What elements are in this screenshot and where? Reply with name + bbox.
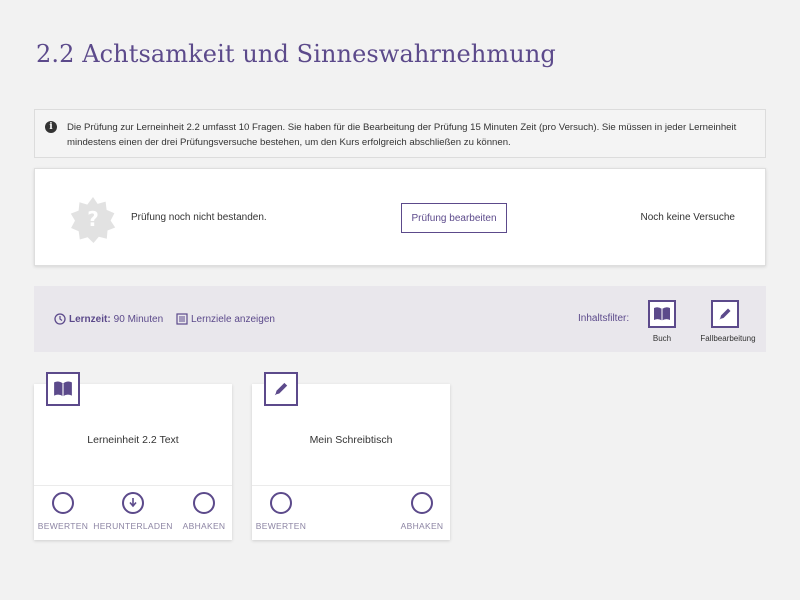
rate-button[interactable]: BEWERTEN [249,492,313,531]
pencil-icon [719,308,731,320]
check-off-label: ABHAKEN [182,521,226,531]
rate-button[interactable]: BEWERTEN [31,492,95,531]
card-divider [34,485,232,486]
edit-exam-button[interactable]: Prüfung bearbeiten [401,203,507,233]
check-circle-icon [411,492,433,514]
card-title: Mein Schreibtisch [309,434,393,446]
show-learning-goals-label: Lernziele anzeigen [191,313,275,325]
rate-circle-icon [270,492,292,514]
filter-case-label: Fallbearbeitung [700,334,756,343]
filter-book-label: Buch [652,334,672,343]
download-button[interactable]: HERUNTERLADEN [93,492,172,531]
rate-label: BEWERTEN [37,521,89,531]
download-label: HERUNTERLADEN [93,521,173,531]
learning-time-label: Lernzeit: [69,313,111,325]
exam-status: Prüfung noch nicht bestanden. [131,212,267,223]
filter-bar: Lernzeit: 90 Minuten Lernziele anzeigen … [34,286,766,352]
clock-icon [54,313,66,325]
rate-circle-icon [52,492,74,514]
lesson-card-text[interactable]: Lerneinheit 2.2 Text BEWERTEN HERUNTERLA… [31,372,232,540]
check-off-button[interactable]: ABHAKEN [172,492,236,531]
exam-attempts: Noch keine Versuche [640,212,735,223]
exam-info-text: Die Prüfung zur Lerneinheit 2.2 umfasst … [67,122,737,148]
question-badge-icon: ? [70,197,116,243]
card-book-icon-box [46,372,80,406]
exam-info-box: i Die Prüfung zur Lerneinheit 2.2 umfass… [34,109,766,158]
filter-book-button[interactable] [648,300,676,328]
rate-label: BEWERTEN [255,521,307,531]
card-pencil-icon-box [264,372,298,406]
content-filter-label: Inhaltsfilter: [578,313,630,324]
list-icon [176,313,188,325]
svg-text:?: ? [87,207,99,231]
show-learning-goals-link[interactable]: Lernziele anzeigen [176,313,275,325]
lesson-card-desk[interactable]: Mein Schreibtisch BEWERTEN ABHAKEN [249,372,450,540]
check-off-label: ABHAKEN [400,521,444,531]
info-icon: i [45,121,57,133]
card-divider [252,485,450,486]
card-title: Lerneinheit 2.2 Text [87,434,179,446]
learning-time-value: 90 Minuten [113,313,164,325]
page-title: 2.2 Achtsamkeit und Sinneswahrnehmung [36,40,556,68]
learning-time: Lernzeit: 90 Minuten [54,313,163,325]
check-off-button[interactable]: ABHAKEN [390,492,454,531]
book-icon [54,381,72,397]
filter-case-button[interactable] [711,300,739,328]
exam-card: ? Prüfung noch nicht bestanden. Prüfung … [34,168,766,266]
book-icon [654,307,670,321]
pencil-icon [274,382,288,396]
download-icon [122,492,144,514]
check-circle-icon [193,492,215,514]
